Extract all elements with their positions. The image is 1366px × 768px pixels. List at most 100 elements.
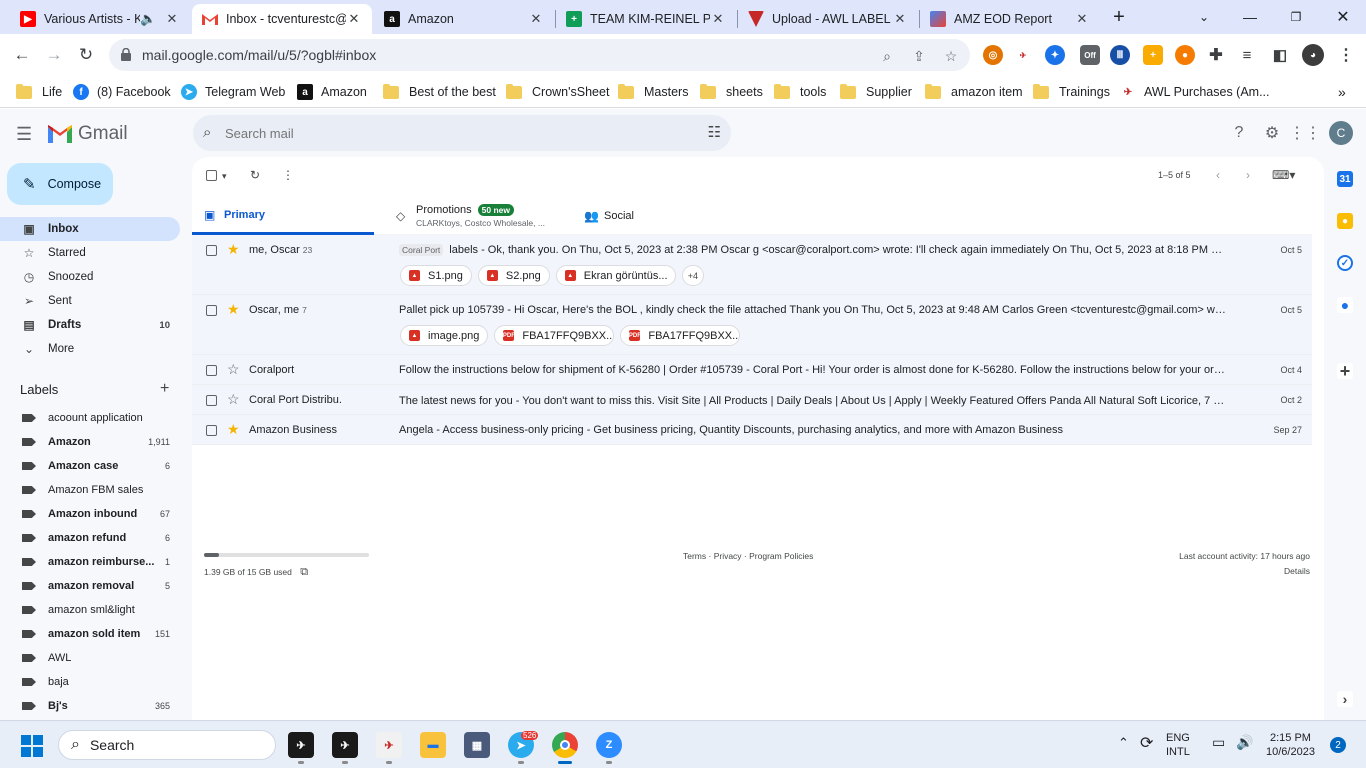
tab-search-button[interactable]: ⌄ — [1181, 0, 1227, 34]
media-control-icon[interactable]: ≡ — [1237, 45, 1257, 65]
nav-snoozed[interactable]: ◷ Snoozed — [0, 265, 180, 289]
url-text[interactable]: mail.google.com/mail/u/5/?ogbl#inbox — [142, 47, 376, 63]
nav-inbox[interactable]: ▣ Inbox — [0, 217, 180, 241]
search-input[interactable] — [225, 123, 665, 143]
show-side-panel-icon[interactable]: › — [1337, 691, 1353, 707]
chrome-menu-icon[interactable]: ⋮ — [1336, 45, 1356, 65]
side-panel-icon[interactable]: ◧ — [1270, 45, 1290, 65]
zoom-app-icon[interactable]: Z — [596, 732, 622, 758]
new-tab-button[interactable]: + — [1096, 0, 1142, 34]
language-indicator[interactable]: ENG INTL — [1166, 731, 1190, 759]
row-checkbox[interactable] — [206, 395, 217, 409]
email-row[interactable]: ★ Oscar, me 7 Pallet pick up 105739 - Hi … — [192, 295, 1312, 355]
speaker-icon[interactable]: 🔈 — [140, 11, 156, 27]
search-bar[interactable]: ⌕ ☷ — [193, 115, 731, 151]
extension-2-icon[interactable]: ✈ — [1013, 45, 1033, 65]
star-icon[interactable]: ★ — [227, 421, 240, 438]
app-awl-3-icon[interactable]: ✈ — [376, 732, 402, 758]
keep-icon[interactable]: ● — [1337, 213, 1353, 229]
tray-overflow-icon[interactable]: ⌃ — [1118, 735, 1129, 751]
bookmark-awl-purchases[interactable]: ✈ AWL Purchases (Am... — [1120, 82, 1270, 102]
older-chevron-icon[interactable]: › — [1246, 168, 1250, 182]
share-icon[interactable]: ⇪ — [909, 46, 929, 66]
calculator-icon[interactable]: ▦ — [464, 732, 490, 758]
attachment-chip[interactable]: PDF FBA17FFQ9BXX... — [620, 325, 741, 346]
bookmark-amazon-item[interactable]: amazon item — [925, 82, 1023, 102]
chrome-icon[interactable] — [552, 732, 578, 758]
close-window-button[interactable]: ✕ — [1320, 0, 1366, 34]
label-item[interactable]: Amazon 1,911 — [0, 430, 180, 454]
label-item[interactable]: Bj's 365 — [0, 694, 180, 718]
tab-social[interactable]: 👥 Social — [572, 197, 754, 235]
forward-button[interactable]: → — [40, 41, 68, 69]
calendar-icon[interactable]: 31 — [1337, 171, 1353, 187]
close-icon[interactable]: ✕ — [528, 11, 544, 27]
refresh-icon[interactable]: ↻ — [250, 168, 260, 182]
bookmark-supplier[interactable]: Supplier — [840, 82, 912, 102]
newer-chevron-icon[interactable]: ‹ — [1216, 168, 1220, 182]
app-awl-1-icon[interactable]: ✈ — [288, 732, 314, 758]
attachment-chip[interactable]: ▲ S2.png — [477, 265, 550, 286]
bookmark-amazon[interactable]: a Amazon — [297, 82, 367, 102]
close-icon[interactable]: ✕ — [164, 11, 180, 27]
bookmark-telegram[interactable]: ➤ Telegram Web — [181, 82, 285, 102]
label-chip[interactable]: Coral Port — [399, 244, 444, 256]
terms-links[interactable]: Terms · Privacy · Program Policies — [683, 551, 813, 561]
bookmark-sheets[interactable]: sheets — [700, 82, 763, 102]
close-icon[interactable]: ✕ — [1074, 11, 1090, 27]
nav-drafts[interactable]: ▤ Drafts 10 — [0, 313, 180, 337]
compose-button[interactable]: ✎ Compose — [7, 163, 113, 205]
input-tools-icon[interactable]: ⌨▾ — [1272, 168, 1295, 182]
taskbar-search[interactable]: ⌕ Search — [58, 730, 276, 760]
row-checkbox[interactable] — [206, 245, 217, 259]
reload-button[interactable]: ↻ — [72, 41, 100, 69]
browser-tab-awl[interactable]: Upload - AWL LABEL ✕ — [738, 4, 918, 34]
nav-sent[interactable]: ➢ Sent — [0, 289, 180, 313]
browser-tab-amazon[interactable]: a Amazon ✕ — [374, 4, 554, 34]
browser-tab-youtube[interactable]: ▶ Various Artists - K 🔈 ✕ — [10, 4, 190, 34]
attachment-chip[interactable]: ▲ S1.png — [400, 265, 472, 286]
row-checkbox[interactable] — [206, 365, 217, 379]
email-row[interactable]: ☆ Coralport Follow the instructions belo… — [192, 355, 1312, 385]
settings-gear-icon[interactable]: ⚙ — [1262, 123, 1282, 143]
add-label-icon[interactable]: + — [160, 380, 169, 398]
attachment-chip[interactable]: ▲ Ekran görüntüs... — [555, 265, 676, 286]
nav-more[interactable]: ⌄ More — [0, 337, 180, 361]
address-bar[interactable]: mail.google.com/mail/u/5/?ogbl#inbox ⌕ ⇪… — [109, 39, 970, 71]
minimize-button[interactable]: — — [1227, 0, 1273, 34]
more-options-icon[interactable]: ⋮ — [282, 168, 294, 182]
clock[interactable]: 2:15 PM 10/6/2023 — [1266, 731, 1315, 759]
get-addons-icon[interactable]: + — [1337, 361, 1353, 381]
label-item[interactable]: amazon sold item 151 — [0, 622, 180, 646]
extension-3-icon[interactable]: ✦ — [1045, 45, 1065, 65]
select-dropdown-icon[interactable]: ▾ — [222, 171, 227, 182]
extension-5-icon[interactable]: Ⅲ — [1110, 45, 1130, 65]
extension-7-icon[interactable]: ● — [1175, 45, 1195, 65]
extensions-puzzle-icon[interactable]: ✚ — [1206, 45, 1226, 65]
browser-tab-amz-eod[interactable]: AMZ EOD Report ✕ — [920, 4, 1100, 34]
email-row[interactable]: ★ Amazon Business Angela - Access busine… — [192, 415, 1312, 445]
row-checkbox[interactable] — [206, 305, 217, 319]
attachment-chip[interactable]: ▲ image.png — [400, 325, 489, 346]
search-options-icon[interactable]: ☷ — [708, 123, 721, 141]
label-item[interactable]: amazon sml&light — [0, 598, 180, 622]
email-row[interactable]: ★ me, Oscar 23 Coral Port labels - Ok, tha… — [192, 235, 1312, 295]
zoom-icon[interactable]: ⌕ — [877, 46, 897, 66]
volume-icon[interactable]: 🔊 — [1236, 734, 1253, 751]
open-external-icon[interactable]: ⧉ — [300, 566, 308, 578]
bookmark-tools[interactable]: tools — [774, 82, 826, 102]
bookmark-life[interactable]: Life — [16, 82, 62, 102]
file-explorer-icon[interactable]: ▬ — [420, 732, 446, 758]
label-item[interactable]: AWL — [0, 646, 180, 670]
profile-avatar-icon[interactable]: ◕ — [1302, 44, 1324, 66]
close-icon[interactable]: ✕ — [710, 11, 726, 27]
notification-badge[interactable]: 2 — [1330, 737, 1346, 753]
browser-tab-gmail[interactable]: Inbox - tcventurestc@ ✕ — [192, 4, 372, 34]
display-icon[interactable]: ▭ — [1212, 734, 1225, 751]
tab-primary[interactable]: ▣ Primary — [192, 197, 374, 235]
gmail-logo[interactable]: Gmail — [48, 123, 128, 145]
star-icon[interactable]: ☆ — [227, 391, 240, 408]
tasks-icon[interactable]: ✓ — [1337, 255, 1353, 271]
bookmark-masters[interactable]: Masters — [618, 82, 688, 102]
label-item[interactable]: Amazon FBM sales — [0, 478, 180, 502]
